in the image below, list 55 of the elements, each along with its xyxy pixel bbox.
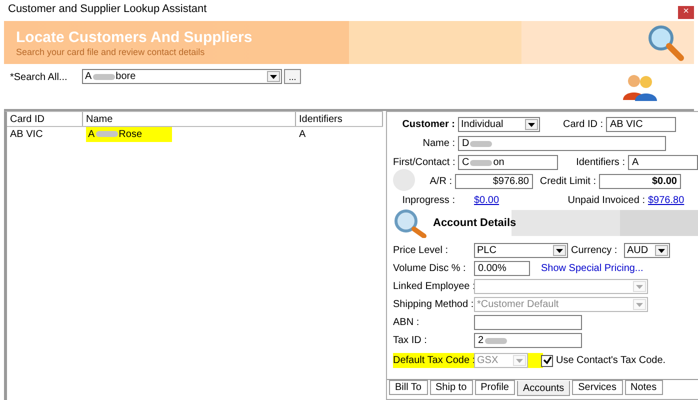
field-label: Inprogress : [401,195,455,206]
tab[interactable]: Notes [624,380,663,395]
field-label: Volume Disc % : [393,263,467,274]
field-label: Currency : [571,245,618,256]
search-label: *Search All... [10,71,68,83]
unpaid-link[interactable]: $976.80 [648,195,684,206]
customer-type-dropdown[interactable]: Individual [458,117,540,132]
table-cell: A Rose [86,126,172,142]
tab[interactable]: Accounts [517,381,570,396]
abn-field[interactable] [474,315,582,330]
tab[interactable]: Services [572,380,622,395]
people-icon [622,72,658,102]
tab[interactable]: Ship to [430,380,473,395]
special-pricing-link[interactable]: Show Special Pricing... [541,263,644,274]
field-label: First/Contact : [393,157,455,168]
search-icon [646,22,686,62]
checkbox[interactable] [541,354,553,366]
field-label: Name : [422,138,455,149]
section-title: Account Details [433,217,516,229]
column-header[interactable]: Card ID [7,112,83,126]
ar-field[interactable]: $976.80 [455,174,533,189]
field-label: Price Level : [393,245,450,256]
column-header[interactable]: Identifiers [296,112,383,126]
table-cell: AB VIC [10,128,43,140]
field-label: Tax ID : [393,335,428,346]
currency-dropdown[interactable]: AUD [624,243,670,258]
column-header[interactable]: Name [83,112,296,126]
contact-field[interactable]: C on [458,155,558,170]
identifiers-field[interactable]: A [628,155,698,170]
magnifier-icon [393,208,427,238]
table-cell: A [299,128,306,140]
banner-subtitle: Search your card file and review contact details [16,46,206,56]
field-label: Identifiers : [575,157,625,168]
field-label: Card ID : [562,119,603,130]
search-field[interactable]: A bore [82,69,282,84]
close-button[interactable]: × [678,6,694,18]
credit-field[interactable]: $0.00 [599,174,681,189]
name-field[interactable]: D [458,136,666,151]
tab[interactable]: Bill To [389,380,428,395]
browse-button[interactable]: ... [284,69,301,84]
banner-title: Locate Customers And Suppliers [16,28,252,46]
tax-id-field[interactable]: 2 [474,333,582,348]
checkbox-label: Use Contact's Tax Code. [556,355,666,366]
field-label: ABN : [393,317,420,328]
field-label: Unpaid Invoiced : [566,195,645,206]
inprogress-link[interactable]: $0.00 [474,195,550,206]
field-label: Credit Limit : [538,176,596,187]
card-id-field[interactable]: AB VIC [606,117,676,132]
field-label: A/R : [428,176,452,187]
tab[interactable]: Profile [474,380,515,395]
field-label: Customer : [401,119,455,130]
field-label: Shipping Method : [393,299,471,310]
discount-field[interactable]: 0.00% [474,261,530,276]
window-title: Customer and Supplier Lookup Assistant [8,3,207,15]
price-level-dropdown[interactable]: PLC [474,243,568,258]
